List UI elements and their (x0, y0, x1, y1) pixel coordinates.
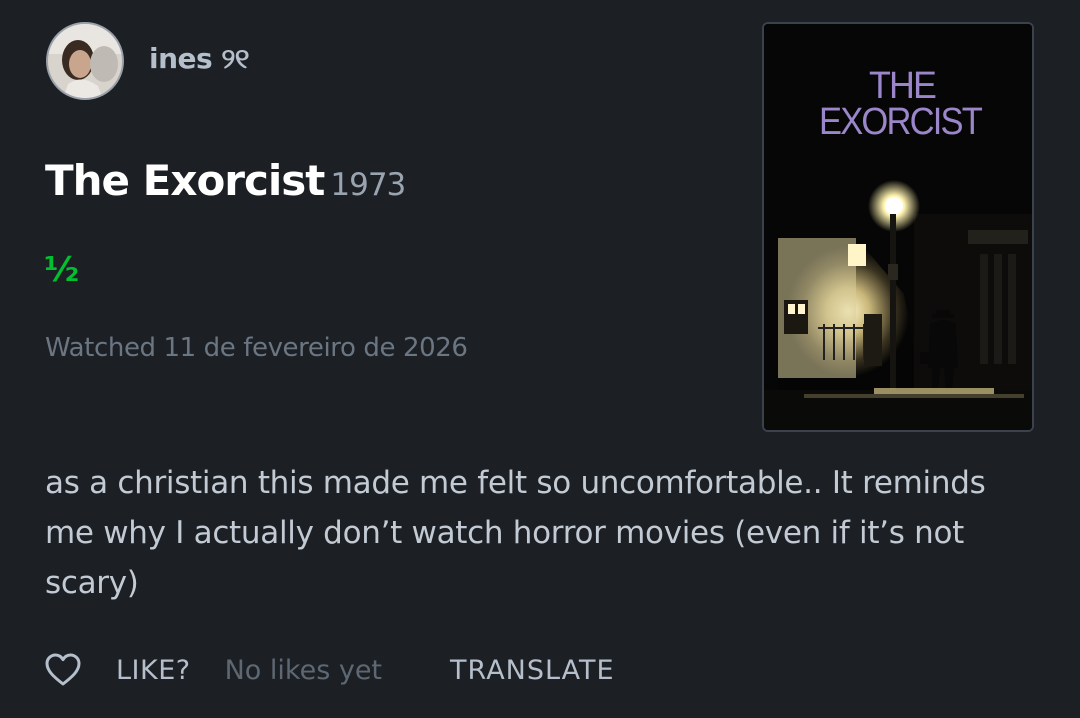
poster-artwork: THE EXORCIST (764, 24, 1032, 430)
author-avatar[interactable] (46, 22, 124, 100)
heart-outline-icon[interactable] (44, 651, 82, 689)
author-name[interactable]: ines ୨୧ (149, 42, 249, 76)
review-text: as a christian this made me felt so unco… (45, 465, 986, 601)
film-poster[interactable]: THE EXORCIST (762, 22, 1034, 432)
likes-count: No likes yet (224, 654, 383, 686)
avatar-photo (48, 24, 122, 98)
review-actions: LIKE? No likes yet TRANSLATE (44, 648, 615, 692)
film-title-line: The Exorcist 1973 (45, 156, 406, 205)
watched-date: Watched 11 de fevereiro de 2026 (45, 333, 468, 363)
film-title[interactable]: The Exorcist (45, 156, 325, 205)
star-rating: ½ (44, 250, 80, 290)
like-button[interactable]: LIKE? (116, 655, 191, 686)
film-year[interactable]: 1973 (330, 167, 406, 203)
review-page: ines ୨୧ The Exorcist 1973 ½ Watched 11 de… (0, 0, 1080, 718)
translate-button[interactable]: TRANSLATE (450, 655, 615, 686)
poster-title-line2: EXORCIST (819, 101, 983, 143)
